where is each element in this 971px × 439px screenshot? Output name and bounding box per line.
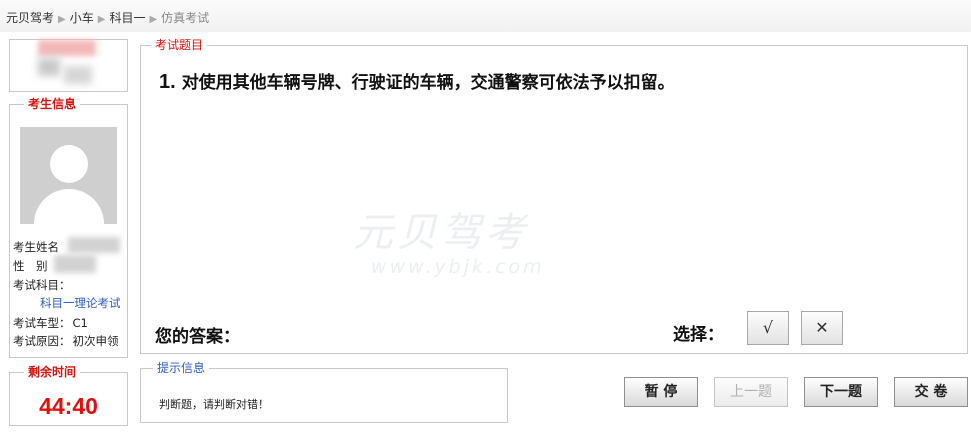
answer-false-button[interactable]: ✕ — [801, 311, 843, 345]
blurred-content — [38, 58, 60, 76]
watermark-url: www.ybjk.com — [371, 256, 545, 278]
question-legend: 考试题目 — [151, 38, 208, 52]
candidate-info-panel: 考生信息 考生姓名 性 别 考试科目： 科目一理论考试 考试车型： C1 考试原因… — [9, 97, 128, 358]
hint-legend: 提示信息 — [153, 361, 210, 375]
exam-reason-label: 考试原因： — [13, 334, 71, 348]
question-text: 对使用其他车辆号牌、行驶证的车辆，交通警察可依法予以扣留。 — [181, 73, 675, 93]
candidate-info-legend: 考生信息 — [24, 97, 81, 111]
next-question-button[interactable]: 下一题 — [804, 377, 878, 407]
question-number: 1. — [159, 71, 176, 93]
breadcrumb-car[interactable]: 小车 — [70, 11, 94, 25]
vehicle-type-label: 考试车型： — [13, 316, 71, 330]
choose-label: 选择： — [673, 325, 724, 345]
candidate-name-label: 考生姓名 — [13, 240, 59, 254]
blurred-seat-number — [38, 40, 96, 56]
countdown-timer: 44:40 — [39, 393, 98, 419]
pause-button[interactable]: 暂 停 — [624, 377, 698, 407]
chevron-right-icon: ▶ — [58, 14, 66, 25]
remaining-time-panel: 剩余时间 44:40 — [9, 365, 128, 426]
avatar-placeholder-icon — [20, 127, 117, 224]
candidate-gender-label: 性 别 — [13, 259, 48, 273]
hint-panel: 提示信息 判断题，请判断对错！ — [140, 361, 508, 423]
exam-seat-box — [9, 39, 128, 92]
vehicle-type-value: C1 — [72, 316, 88, 330]
vehicle-type-row: 考试车型： C1 — [13, 315, 88, 331]
exam-reason-row: 考试原因： 初次申领 — [13, 333, 119, 349]
breadcrumb-current: 仿真考试 — [161, 11, 210, 25]
blurred-gender — [54, 255, 96, 273]
remaining-time-legend: 剩余时间 — [24, 365, 81, 379]
your-answer-label: 您的答案： — [155, 327, 240, 347]
top-bar: 元贝驾考 ▶ 小车 ▶ 科目一 ▶ 仿真考试 — [0, 0, 971, 32]
exam-subject-label: 考试科目： — [13, 278, 71, 292]
watermark: 元贝驾考 www.ybjk.com — [353, 200, 545, 278]
hint-text: 判断题，请判断对错！ — [159, 398, 269, 411]
watermark-brand: 元贝驾考 — [353, 210, 529, 256]
submit-exam-button[interactable]: 交 卷 — [894, 377, 968, 407]
chevron-right-icon: ▶ — [149, 14, 158, 25]
answer-true-button[interactable]: √ — [747, 311, 789, 345]
blurred-content — [64, 66, 92, 84]
breadcrumb-home[interactable]: 元贝驾考 — [6, 11, 54, 25]
blurred-name — [68, 237, 120, 253]
breadcrumb: 元贝驾考 ▶ 小车 ▶ 科目一 ▶ 仿真考试 — [6, 9, 209, 26]
previous-question-button[interactable]: 上一题 — [714, 377, 788, 407]
question-panel: 考试题目 1. 对使用其他车辆号牌、行驶证的车辆，交通警察可依法予以扣留。 元贝驾… — [140, 38, 968, 354]
exam-reason-value: 初次申领 — [72, 334, 119, 348]
chevron-right-icon: ▶ — [97, 14, 106, 25]
breadcrumb-subject[interactable]: 科目一 — [109, 11, 145, 25]
question-text-row: 1. 对使用其他车辆号牌、行驶证的车辆，交通警察可依法予以扣留。 — [159, 68, 675, 94]
exam-subject-value: 科目一理论考试 — [40, 296, 121, 310]
